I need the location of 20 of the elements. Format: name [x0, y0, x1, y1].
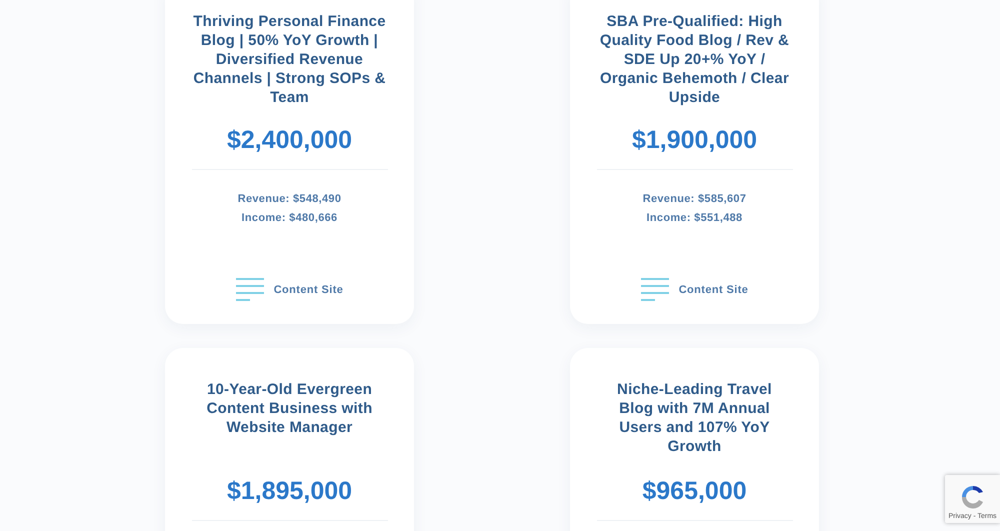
listing-price: $1,900,000: [632, 125, 758, 155]
listing-title[interactable]: Niche-Leading Travel Blog with 7M Annual Users and 107% YoY Growth: [598, 380, 791, 456]
listing-card[interactable]: Thriving Personal Finance Blog | 50% YoY Growth | Diversified Revenue Channels | Strong SOPs & Team $2,400,000 Revenue: $548,490 Income: $480,666 Content Site: [165, 0, 414, 324]
text-lines-icon: [640, 276, 669, 304]
listing-title[interactable]: Thriving Personal Finance Blog | 50% YoY Growth | Diversified Revenue Channels | Strong SOPs & Team: [193, 12, 386, 107]
income-text: Income: $480,666: [242, 211, 338, 226]
text-lines-icon: [236, 276, 264, 304]
listing-price: $965,000: [642, 476, 747, 506]
income-text: Income: $551,488: [646, 211, 742, 226]
listing-price: $1,895,000: [226, 476, 352, 506]
listing-card[interactable]: 10-Year-Old Evergreen Content Business with Website Manager $1,895,000: [165, 348, 414, 531]
listing-title[interactable]: SBA Pre-Qualified: High Quality Food Blog / Rev & SDE Up 20+% YoY / Organic Behemoth / Clear Upside: [598, 12, 791, 107]
category-label: Content Site: [274, 284, 344, 296]
revenue-text: Revenue: $548,490: [238, 192, 342, 207]
category-label: Content Site: [678, 284, 748, 296]
revenue-text: Revenue: $585,607: [642, 192, 746, 207]
listing-card[interactable]: SBA Pre-Qualified: High Quality Food Blog / Rev & SDE Up 20+% YoY / Organic Behemoth / Clear Upside $1,900,000 Revenue: $585,607 Income: $551,488 Content Site: [570, 0, 819, 324]
listing-card[interactable]: Niche-Leading Travel Blog with 7M Annual Users and 107% YoY Growth $965,000: [570, 348, 819, 531]
listing-price: $2,400,000: [226, 125, 352, 155]
listing-title[interactable]: 10-Year-Old Evergreen Content Business with Website Manager: [193, 380, 386, 456]
